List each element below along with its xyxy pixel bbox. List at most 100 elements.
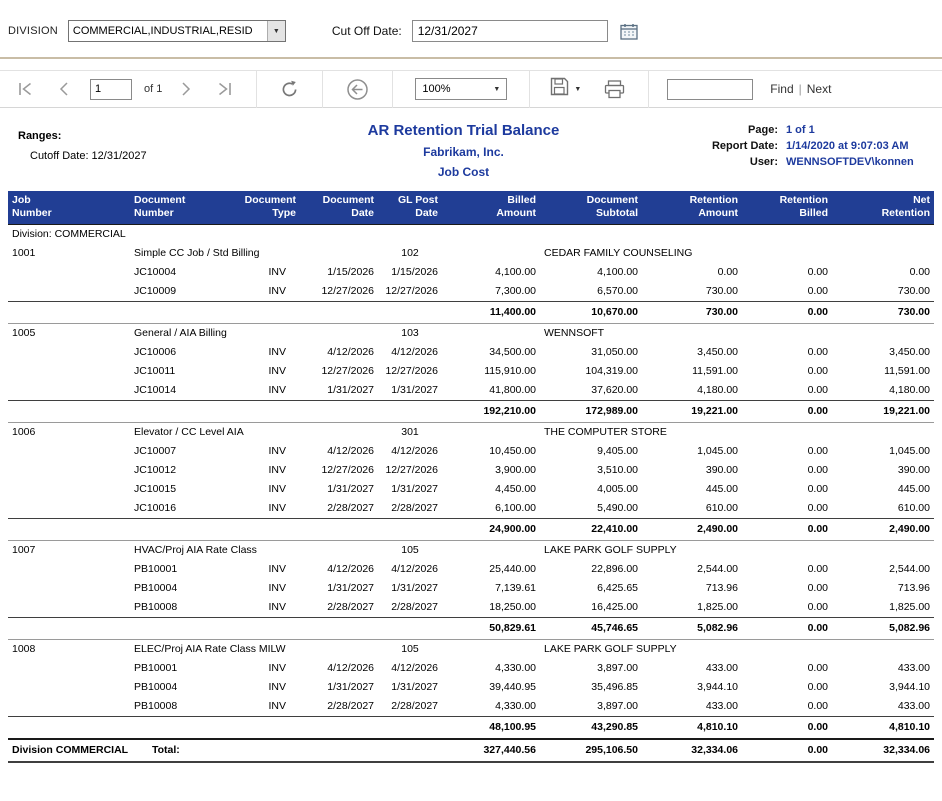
job-number-cell: 1007 [8, 541, 130, 561]
amount-cell: 35,496.85 [540, 678, 642, 697]
amount-cell: 390.00 [832, 461, 934, 480]
subtotal-amount-cell: 172,989.00 [540, 401, 642, 423]
table-body: Division: COMMERCIAL1001Simple CC Job / … [8, 225, 934, 763]
find-input[interactable] [667, 79, 753, 100]
amount-cell: 0.00 [742, 381, 832, 401]
document-row: JC10006INV4/12/20264/12/202634,500.0031,… [8, 343, 934, 362]
empty-cell [8, 302, 442, 324]
amount-cell: 25,440.00 [442, 560, 540, 579]
amount-cell: 0.00 [642, 263, 742, 282]
refresh-icon[interactable] [276, 78, 303, 101]
toolbar-separator [529, 71, 530, 108]
toolbar-separator [392, 71, 393, 108]
amount-cell: 7,139.61 [442, 579, 540, 598]
amount-cell: 0.00 [832, 263, 934, 282]
empty-cell [742, 640, 832, 660]
date-cell: 2/28/2027 [378, 598, 442, 618]
job-number-cell: 1008 [8, 640, 130, 660]
document-row: PB10004INV1/31/20271/31/20277,139.616,42… [8, 579, 934, 598]
ranges-block: Ranges: Cutoff Date: 12/31/2027 [8, 122, 233, 179]
date-cell: 1/31/2027 [300, 381, 378, 401]
empty-cell [8, 598, 130, 618]
subtotal-amount-cell: 19,221.00 [642, 401, 742, 423]
empty-cell [8, 461, 130, 480]
cutoff-date-label: Cut Off Date: [332, 24, 402, 38]
job-number-cell: 1001 [8, 244, 130, 263]
parameter-divider [0, 57, 942, 59]
subtotal-amount-cell: 22,410.00 [540, 519, 642, 541]
amount-cell: 390.00 [642, 461, 742, 480]
prev-page-button[interactable] [55, 80, 73, 98]
calendar-icon[interactable] [620, 23, 638, 40]
document-number-cell: PB10001 [130, 560, 235, 579]
cutoff-date-input[interactable] [412, 20, 608, 42]
next-link[interactable]: Next [807, 82, 832, 96]
page-label: Page: [694, 124, 778, 136]
subtotal-amount-cell: 5,082.96 [832, 618, 934, 640]
date-cell: 1/15/2026 [300, 263, 378, 282]
amount-cell: 0.00 [742, 659, 832, 678]
document-row: PB10008INV2/28/20272/28/202718,250.0016,… [8, 598, 934, 618]
amount-cell: 16,425.00 [540, 598, 642, 618]
document-number-cell: JC10014 [130, 381, 235, 401]
empty-cell [8, 659, 130, 678]
subtotal-amount-cell: 45,746.65 [540, 618, 642, 640]
document-row: JC10007INV4/12/20264/12/202610,450.009,4… [8, 442, 934, 461]
amount-cell: 10,450.00 [442, 442, 540, 461]
empty-cell [832, 640, 934, 660]
find-next-divider: | [799, 82, 802, 96]
subtotal-amount-cell: 192,210.00 [442, 401, 540, 423]
document-number-cell: PB10008 [130, 697, 235, 717]
amount-cell: 730.00 [642, 282, 742, 302]
document-row: JC10004INV1/15/20261/15/20264,100.004,10… [8, 263, 934, 282]
page-number-input[interactable] [90, 79, 132, 100]
user-value: WENNSOFTDEV\konnen [778, 156, 934, 168]
first-page-button[interactable] [13, 80, 37, 98]
total-division-label: Division COMMERCIAL [8, 739, 130, 762]
document-type-cell: INV [235, 480, 300, 499]
amount-cell: 4,330.00 [442, 697, 540, 717]
chevron-down-icon[interactable]: ▼ [267, 21, 285, 41]
amount-cell: 41,800.00 [442, 381, 540, 401]
amount-cell: 0.00 [742, 263, 832, 282]
document-type-cell: INV [235, 263, 300, 282]
amount-cell: 445.00 [642, 480, 742, 499]
date-cell: 1/31/2027 [378, 678, 442, 697]
subtotal-amount-cell: 0.00 [742, 717, 832, 740]
date-cell: 4/12/2026 [300, 560, 378, 579]
last-page-button[interactable] [213, 80, 237, 98]
document-type-cell: INV [235, 442, 300, 461]
amount-cell: 31,050.00 [540, 343, 642, 362]
amount-cell: 0.00 [742, 678, 832, 697]
amount-cell: 3,900.00 [442, 461, 540, 480]
column-header: RetentionAmount [642, 191, 742, 225]
next-page-button[interactable] [177, 80, 195, 98]
customer-cell: WENNSOFT [540, 324, 742, 344]
empty-cell [300, 324, 378, 344]
amount-cell: 3,510.00 [540, 461, 642, 480]
job-subtotal-row: 192,210.00172,989.0019,221.000.0019,221.… [8, 401, 934, 423]
zoom-select[interactable]: 100% ▼ [415, 78, 507, 100]
amount-cell: 0.00 [742, 480, 832, 499]
job-header-row: 1007HVAC/Proj AIA Rate Class105LAKE PARK… [8, 541, 934, 561]
subtotal-amount-cell: 0.00 [742, 618, 832, 640]
find-link[interactable]: Find [770, 82, 793, 96]
export-button[interactable]: ▼ [550, 77, 581, 101]
document-row: PB10008INV2/28/20272/28/20274,330.003,89… [8, 697, 934, 717]
report-title: AR Retention Trial Balance [233, 122, 694, 139]
subtotal-amount-cell: 730.00 [832, 302, 934, 324]
back-to-parent-icon[interactable] [342, 76, 373, 103]
column-header: DocumentSubtotal [540, 191, 642, 225]
report-date-label: Report Date: [694, 140, 778, 152]
job-description-cell: Simple CC Job / Std Billing [130, 244, 300, 263]
date-cell: 1/31/2027 [378, 579, 442, 598]
date-cell: 1/31/2027 [378, 381, 442, 401]
division-dropdown[interactable]: COMMERCIAL,INDUSTRIAL,RESID ▼ [68, 20, 286, 42]
document-number-cell: JC10012 [130, 461, 235, 480]
amount-cell: 3,897.00 [540, 659, 642, 678]
amount-cell: 610.00 [832, 499, 934, 519]
amount-cell: 0.00 [742, 442, 832, 461]
division-row: Division: COMMERCIAL [8, 225, 934, 245]
empty-cell [442, 640, 540, 660]
print-icon[interactable] [600, 78, 629, 101]
